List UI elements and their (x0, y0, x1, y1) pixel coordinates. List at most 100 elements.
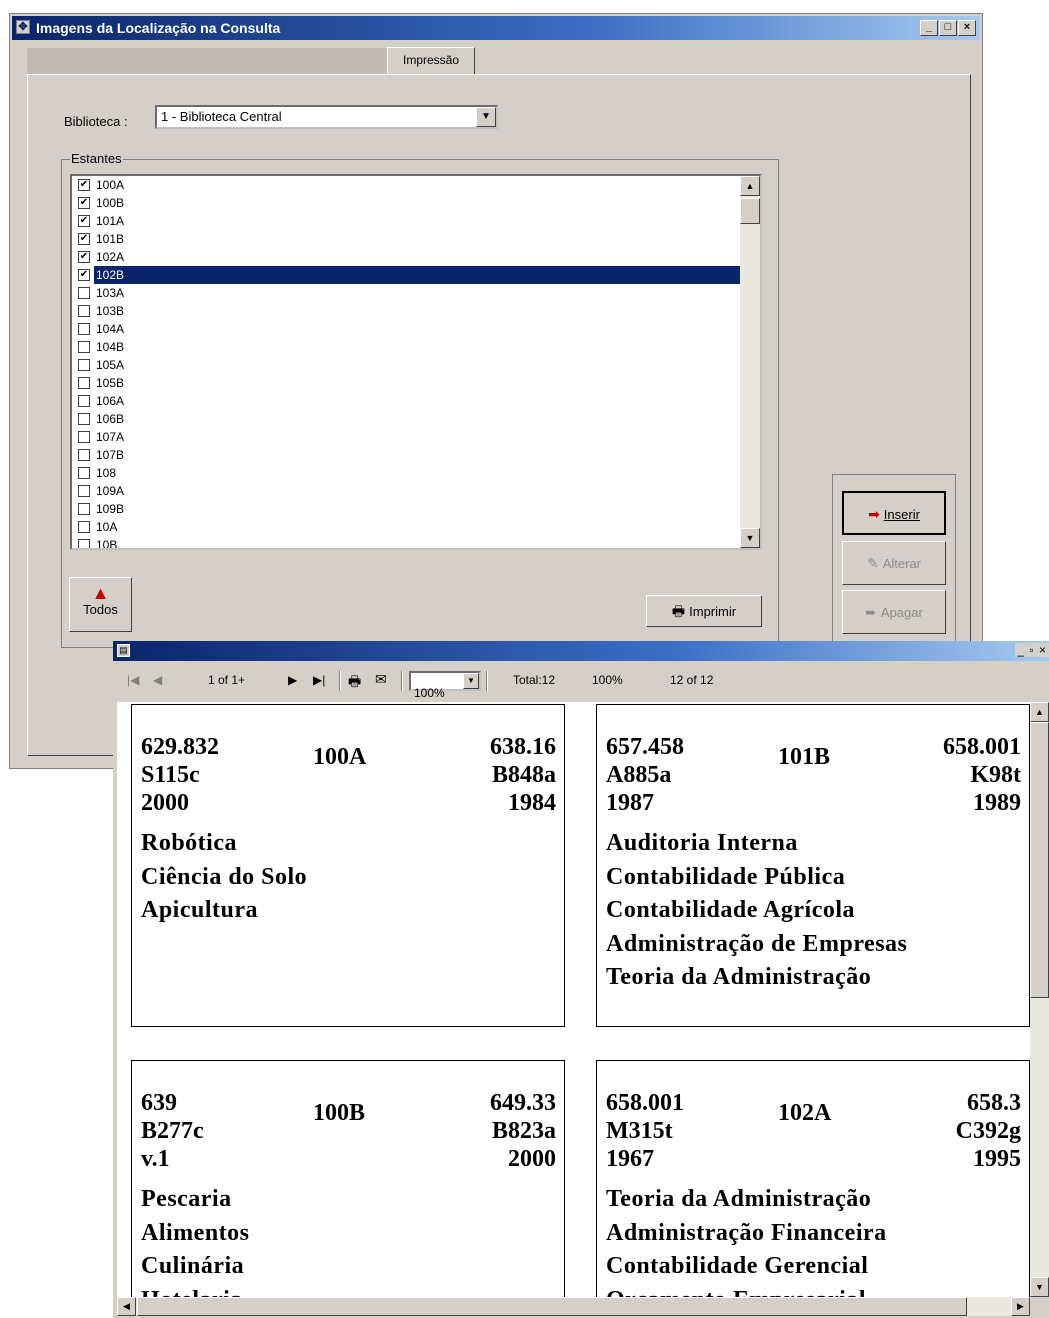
scroll-down-icon[interactable]: ▼ (740, 528, 760, 548)
subject-list-line: Teoria da Administração (606, 964, 872, 990)
checkbox[interactable]: ✔ (78, 197, 90, 209)
first-page-icon[interactable]: |◀ (127, 673, 139, 687)
export-icon[interactable]: ✉ (375, 671, 387, 688)
checkbox[interactable] (78, 341, 90, 353)
window-title: Imagens da Localização na Consulta (36, 20, 281, 36)
scroll-right-icon[interactable]: ▶ (1011, 1297, 1030, 1316)
list-item[interactable]: ✔ 101A (78, 212, 744, 230)
scroll-up-icon[interactable]: ▲ (1030, 702, 1049, 722)
list-item-label: 106B (96, 412, 125, 426)
preview-title-bar[interactable]: ▤ _ ▫ × (113, 641, 1049, 661)
apagar-button[interactable]: ➨ Apagar (842, 590, 946, 634)
list-item[interactable]: ✔ 101B (78, 230, 744, 248)
subject-list-line: Contabilidade Agrícola (606, 897, 856, 923)
scroll-thumb[interactable] (740, 198, 760, 224)
h-scroll-thumb[interactable] (137, 1297, 967, 1316)
list-item[interactable]: 104B (78, 338, 744, 356)
checkbox[interactable] (78, 467, 90, 479)
list-item[interactable]: ✔ 100B (78, 194, 744, 212)
imprimir-button[interactable]: 🖶 Imprimir (646, 595, 762, 627)
list-item[interactable]: 103A (78, 284, 744, 302)
call-number-end: 658.3 C392g 1995 (956, 1089, 1021, 1173)
chevron-down-icon[interactable]: ▼ (463, 673, 479, 689)
call-number-start-line: B277c (141, 1118, 204, 1144)
maximize-button[interactable]: □ (939, 20, 957, 36)
call-number-start-line: v.1 (141, 1146, 170, 1172)
list-item[interactable]: 10A (78, 518, 744, 536)
list-item-label: 102A (96, 250, 125, 264)
checkbox[interactable] (78, 485, 90, 497)
title-bar[interactable]: ✥ Imagens da Localização na Consulta _ □ × (12, 16, 980, 40)
checkbox[interactable]: ✔ (78, 233, 90, 245)
biblioteca-select[interactable]: 1 - Biblioteca Central ▼ (155, 105, 498, 129)
checkbox[interactable] (78, 503, 90, 515)
checkbox[interactable]: ✔ (78, 251, 90, 263)
list-item[interactable]: ✔ 102B (78, 266, 744, 284)
checkbox[interactable] (78, 323, 90, 335)
list-item-label: 107B (96, 448, 125, 462)
zoom-select[interactable]: 100% ▼ (409, 671, 481, 700)
checkbox[interactable] (78, 305, 90, 317)
tab-impressao[interactable]: Impressão (387, 47, 475, 75)
list-item[interactable]: 103B (78, 302, 744, 320)
todos-button[interactable]: ▲ Todos (69, 577, 132, 632)
list-item-label: 10A (96, 520, 118, 534)
checkbox[interactable] (78, 431, 90, 443)
inserir-button[interactable]: ➡ Inserir (842, 491, 946, 535)
minimize-button[interactable]: _ (920, 20, 938, 36)
preview-window-controls[interactable]: _ ▫ × (1015, 643, 1049, 657)
scroll-up-icon[interactable]: ▲ (740, 176, 760, 196)
list-item[interactable]: 106A (78, 392, 744, 410)
call-number-end-line: 1989 (973, 790, 1021, 816)
list-item[interactable]: 107A (78, 428, 744, 446)
checkbox[interactable] (78, 539, 90, 548)
checkbox[interactable] (78, 413, 90, 425)
list-item-label: 105A (96, 358, 125, 372)
last-page-icon[interactable]: ▶| (313, 673, 325, 687)
preview-vertical-scrollbar[interactable]: ▲ ▼ (1030, 702, 1049, 1297)
scroll-left-icon[interactable]: ◀ (117, 1297, 136, 1316)
estantes-list[interactable]: ✔ 100A ✔ 100B ✔ 101A ✔ 101B ✔ 102A ✔ 102B 103A 103B 10… (70, 174, 762, 550)
subject-list-line: Orçamento Empresarial (606, 1284, 887, 1298)
list-item[interactable]: 105A (78, 356, 744, 374)
list-item[interactable]: 104A (78, 320, 744, 338)
shelf-code: 101B (778, 744, 831, 770)
shelf-code: 102A (778, 1100, 832, 1126)
alterar-button[interactable]: ✎ Alterar (842, 541, 946, 585)
print-icon[interactable]: 🖶 (348, 671, 361, 695)
close-button[interactable]: × (958, 20, 976, 36)
list-item[interactable]: 105B (78, 374, 744, 392)
scroll-down-icon[interactable]: ▼ (1030, 1277, 1049, 1297)
list-item-label: 102B (94, 266, 744, 284)
list-item[interactable]: 109B (78, 500, 744, 518)
list-item[interactable]: 106B (78, 410, 744, 428)
list-scrollbar[interactable]: ▲ ▼ (740, 176, 760, 548)
next-page-icon[interactable]: ▶ (288, 673, 297, 687)
scroll-thumb[interactable] (1030, 722, 1049, 998)
list-item-label: 109B (96, 502, 125, 516)
chevron-down-icon[interactable]: ▼ (476, 107, 496, 127)
preview-horizontal-scrollbar[interactable]: ◀ ▶ (117, 1297, 1030, 1316)
checkbox[interactable]: ✔ (78, 215, 90, 227)
checkbox[interactable] (78, 449, 90, 461)
location-card: 658.001 M315t 1967 102A 658.3 C392g 1995 Teoria… (596, 1060, 1030, 1297)
list-item[interactable]: ✔ 100A (78, 176, 744, 194)
checkbox[interactable] (78, 359, 90, 371)
subject-list-line: Apicultura (141, 897, 259, 923)
call-number-start-line: A885a (606, 762, 672, 788)
checkbox[interactable]: ✔ (78, 179, 90, 191)
prev-page-icon[interactable]: ◀ (153, 673, 162, 687)
checkbox[interactable] (78, 287, 90, 299)
list-item[interactable]: ✔ 102A (78, 248, 744, 266)
list-item[interactable]: 108 (78, 464, 744, 482)
call-number-start-line: S115c (141, 762, 200, 788)
checkbox[interactable] (78, 377, 90, 389)
checkbox[interactable] (78, 521, 90, 533)
checkbox[interactable]: ✔ (78, 269, 90, 281)
subject-list-line: Contabilidade Pública (606, 863, 846, 890)
list-item[interactable]: 109A (78, 482, 744, 500)
checkbox[interactable] (78, 395, 90, 407)
page-indicator: 1 of 1+ (208, 673, 246, 687)
list-item[interactable]: 10B (78, 536, 744, 548)
list-item[interactable]: 107B (78, 446, 744, 464)
